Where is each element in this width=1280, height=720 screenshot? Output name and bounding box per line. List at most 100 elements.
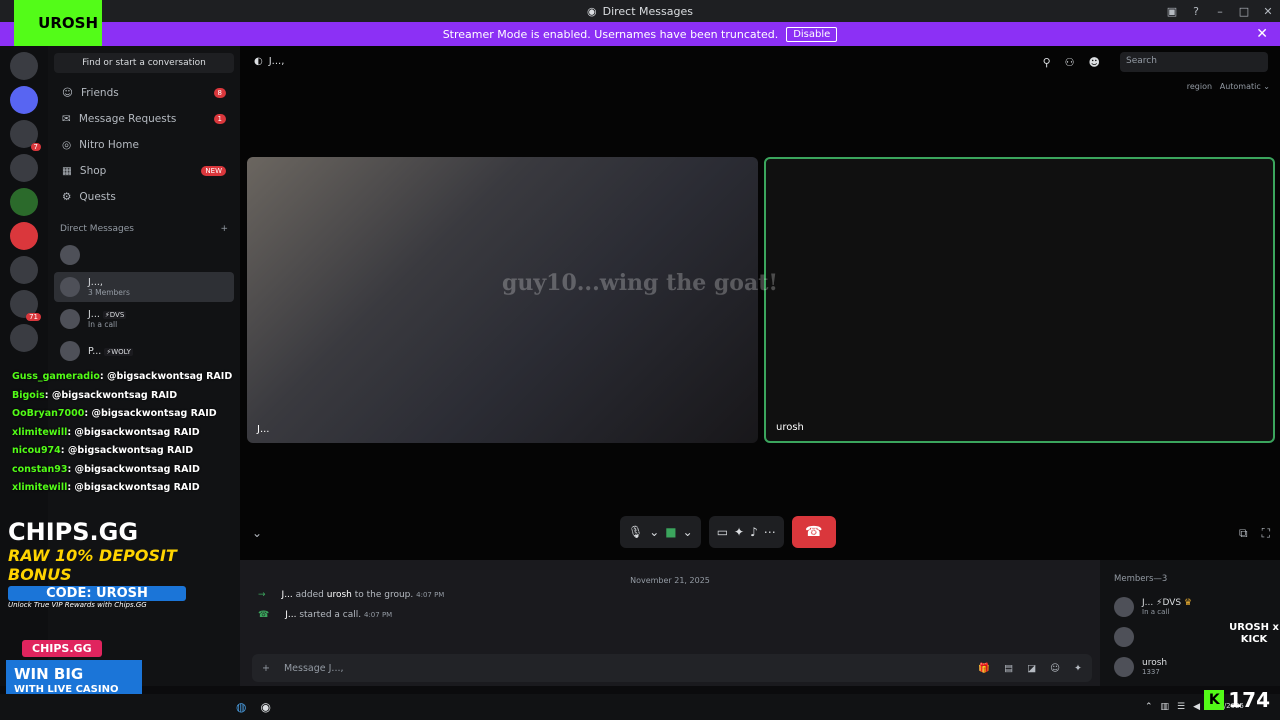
nav-label: Quests (79, 191, 116, 203)
nav-shop[interactable]: ▦ Shop NEW (54, 158, 234, 184)
dm-sub: 3 Members (88, 288, 130, 297)
msg-actor: J... (281, 590, 293, 600)
member-tag: ⚡DVS (1156, 598, 1182, 608)
search-input[interactable]: Search (1120, 52, 1268, 72)
find-conversation-button[interactable]: Find or start a conversation (54, 53, 234, 73)
emoji-icon[interactable]: ☺ (1050, 663, 1060, 674)
add-attachment-icon[interactable]: + (262, 663, 270, 674)
system-tray: ⌃ ▥ ☰ ◀ (1145, 702, 1200, 712)
member-item[interactable]: urosh 1337 (1114, 652, 1266, 682)
header-icons: ⚲ ⚇ ☻ (1043, 56, 1100, 69)
nav-label: Shop (79, 165, 107, 177)
msg-actor: J... (285, 610, 297, 620)
more-icon[interactable]: ⋯ (764, 525, 776, 539)
nav-label: Nitro Home (79, 139, 139, 151)
title-bar: ◉ Direct Messages ▣ ? – □ ✕ (0, 0, 1280, 22)
apps-icon[interactable]: ✦ (1074, 663, 1082, 674)
members-title: Members—3 (1114, 574, 1168, 584)
chevron-up-icon[interactable]: ⌃ (1145, 702, 1153, 712)
dm-item[interactable] (54, 240, 234, 270)
stream-chat-overlay: Guss_gameradio: @bigsackwontsag RAID Big… (12, 368, 242, 498)
nitro-server-icon[interactable] (10, 86, 38, 114)
nav-nitro-home[interactable]: ◎ Nitro Home (54, 132, 234, 158)
raid-line: Guss_gameradio: @bigsackwontsag RAID (12, 371, 233, 382)
viewer-count-value: 174 (1228, 688, 1270, 712)
activities-icon[interactable]: ✦ (734, 525, 744, 539)
fullscreen-icon[interactable]: ⛶ (1262, 526, 1270, 541)
raid-line: xlimitewill: @bigsackwontsag RAID (12, 482, 200, 493)
dm-name: J... (88, 309, 100, 320)
microphone-icon[interactable]: 🎙 (628, 525, 643, 539)
chips-badge: CHIPS.GG (22, 640, 102, 657)
msg-rest: to the group. (354, 590, 414, 600)
region-label: region (1186, 82, 1213, 91)
camera-icon[interactable]: ■ (665, 525, 676, 539)
pin-icon[interactable]: ⚲ (1043, 56, 1051, 69)
message-composer[interactable]: + Message J..., 🎁 ▤ ◪ ☺ ✦ (252, 654, 1092, 682)
server-icon[interactable] (10, 256, 38, 284)
maximize-button[interactable]: □ (1232, 5, 1256, 18)
video-tile-participant[interactable]: J... (247, 157, 758, 443)
inbox-icon[interactable]: ▣ (1160, 5, 1184, 18)
video-tile-urosh[interactable]: urosh (764, 157, 1275, 443)
server-icon[interactable] (10, 222, 38, 250)
chevron-down-icon[interactable]: ⌄ (683, 525, 693, 539)
nav-friends[interactable]: ☺ Friends 8 (54, 80, 234, 106)
close-window-button[interactable]: ✕ (1256, 5, 1280, 18)
disable-streamer-button[interactable]: Disable (786, 26, 838, 42)
members-icon[interactable]: ☻ (1089, 56, 1100, 69)
server-icon[interactable] (10, 154, 38, 182)
sticker-icon[interactable]: ◪ (1027, 663, 1036, 674)
action-group: ▭ ✦ ♪ ⋯ (708, 516, 784, 548)
server-icon[interactable] (10, 120, 41, 151)
chat-area: November 21, 2025 → J... added urosh to … (240, 560, 1100, 686)
member-name: J... (1142, 598, 1154, 608)
streamer-mode-banner: Streamer Mode is enabled. Usernames have… (0, 22, 1280, 46)
promo-small: Unlock True VIP Rewards with Chips.GG (8, 601, 147, 609)
member-item[interactable]: J... ⚡DVS ♛ In a call (1114, 592, 1266, 622)
minimize-button[interactable]: – (1208, 5, 1232, 18)
volume-icon[interactable]: ◀ (1193, 702, 1200, 712)
add-friends-icon[interactable]: ⚇ (1065, 56, 1075, 69)
gift-icon[interactable]: 🎁 (978, 663, 990, 674)
avatar (60, 309, 80, 329)
nav-quests[interactable]: ⚙ Quests (54, 184, 234, 210)
region-selector[interactable]: region Automatic ⌄ (1187, 82, 1270, 91)
call-area: ◐ J..., ⚲ ⚇ ☻ Search region Automatic ⌄ … (240, 46, 1280, 560)
wifi-icon[interactable]: ☰ (1177, 702, 1185, 712)
chevron-down-icon[interactable]: ⌄ (649, 525, 659, 539)
gif-icon[interactable]: ▤ (1004, 663, 1013, 674)
system-message: → J... added urosh to the group. 4:07 PM (240, 585, 1100, 605)
edge-icon[interactable]: ◍ (236, 700, 246, 714)
dm-item-group[interactable]: J..., 3 Members (54, 272, 234, 302)
server-icon[interactable] (10, 290, 41, 321)
chevron-down-icon[interactable]: ⌄ (252, 526, 262, 540)
window-title: Direct Messages (602, 4, 693, 18)
taskbar: ◍ ◉ ⌃ ▥ ☰ ◀ 11/21/2025 (0, 694, 1280, 720)
message-input[interactable]: Message J..., (284, 663, 344, 674)
promo-bonus: RAW 10% DEPOSIT BONUS (8, 546, 177, 584)
chips-promo: CHIPS.GG RAW 10% DEPOSIT BONUS CODE: URO… (8, 518, 186, 618)
help-icon[interactable]: ? (1184, 5, 1208, 18)
soundboard-icon[interactable]: ♪ (750, 525, 758, 539)
msg-time: 4:07 PM (364, 611, 393, 619)
arrow-icon: → (258, 590, 266, 600)
discord-taskbar-icon[interactable]: ◉ (260, 700, 270, 714)
dm-item[interactable]: P... ⚡WOLY (54, 336, 234, 366)
server-icon[interactable] (10, 52, 38, 80)
add-dm-icon[interactable]: + (220, 224, 228, 234)
nav-message-requests[interactable]: ✉ Message Requests 1 (54, 106, 234, 132)
server-icon[interactable] (10, 188, 38, 216)
hang-up-button[interactable]: ☎ (791, 516, 836, 548)
dm-item[interactable]: J... ⚡DVS In a call (54, 304, 234, 334)
raid-line: nicou974: @bigsackwontsag RAID (12, 445, 194, 456)
screen-share-icon[interactable]: ▭ (717, 525, 728, 539)
dm-sub: In a call (88, 320, 118, 329)
network-icon[interactable]: ▥ (1160, 702, 1169, 712)
server-icon[interactable] (10, 324, 38, 352)
phone-icon: ☎ (258, 610, 270, 620)
close-icon[interactable]: ✕ (1256, 26, 1268, 42)
popout-icon[interactable]: ⧉ (1239, 526, 1248, 541)
dm-name: P... (88, 345, 102, 357)
viewer-count: K 174 (1204, 688, 1270, 712)
